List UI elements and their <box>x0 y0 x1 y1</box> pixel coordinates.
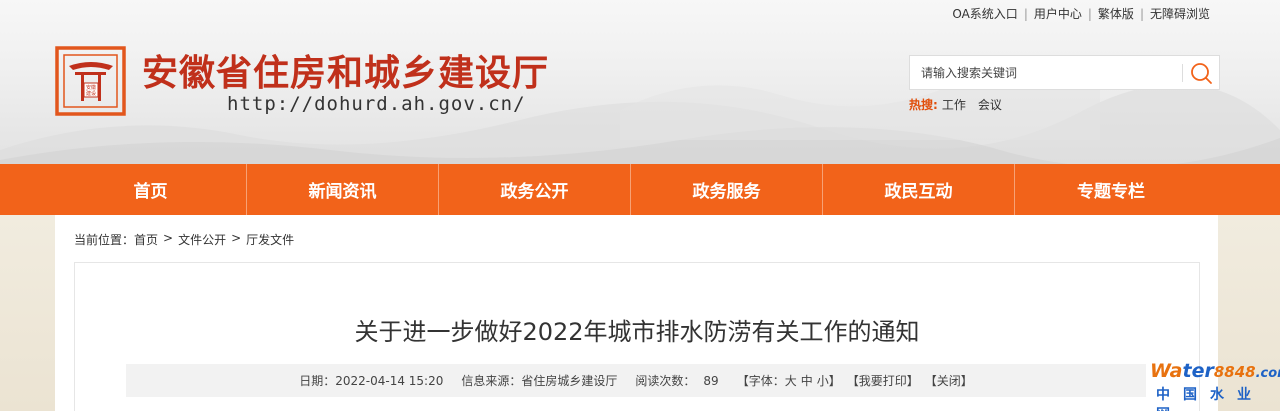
nav-item-gov-affairs[interactable]: 政务公开 <box>439 164 631 215</box>
nav-item-interaction[interactable]: 政民互动 <box>823 164 1015 215</box>
search-divider <box>1182 64 1183 82</box>
watermark-subtitle: 中国水业网 <box>1156 387 1264 411</box>
svg-text:建设: 建设 <box>86 90 96 97</box>
svg-text:安徽: 安徽 <box>86 84 96 91</box>
reads-label: 阅读次数： <box>635 374 696 388</box>
date-value: 2022-04-14 15:20 <box>335 373 444 388</box>
nav-item-gov-services[interactable]: 政务服务 <box>631 164 823 215</box>
breadcrumb-prefix: 当前位置： <box>74 233 135 247</box>
watermark-text-b: ter <box>1182 360 1214 382</box>
top-links: OA系统入口 | 用户中心 | 繁体版 | 无障碍浏览 <box>952 5 1210 22</box>
user-center-link[interactable]: 用户中心 <box>1034 5 1082 22</box>
watermark-text-c: 8848 <box>1213 363 1256 381</box>
reads-value: 89 <box>703 373 719 388</box>
source-value: 省住房城乡建设厅 <box>521 374 618 388</box>
side-background <box>0 215 55 411</box>
watermark-logo: Water8848.com 中国水业网 <box>1150 360 1280 411</box>
breadcrumb: 当前位置： 首页 > 文件公开 > 厅发文件 <box>74 231 294 248</box>
font-size-label: 【字体： <box>736 374 785 388</box>
nav-item-news[interactable]: 新闻资讯 <box>247 164 439 215</box>
nav-item-topics[interactable]: 专题专栏 <box>1015 164 1207 215</box>
separator: | <box>1023 6 1028 21</box>
hot-search-label: 热搜: <box>909 98 938 112</box>
breadcrumb-item-home[interactable]: 首页 <box>134 231 158 248</box>
search-icon[interactable] <box>1189 61 1213 85</box>
breadcrumb-item-files[interactable]: 文件公开 <box>178 231 226 248</box>
site-title[interactable]: 安徽省住房和城乡建设厅 <box>142 44 549 96</box>
watermark-text-a: Wa <box>1150 360 1183 382</box>
source-label: 信息来源： <box>461 374 522 388</box>
separator: | <box>1139 6 1144 21</box>
date-label: 日期： <box>299 374 336 388</box>
close-button[interactable]: 【关闭】 <box>925 372 973 389</box>
breadcrumb-item-dept-docs[interactable]: 厅发文件 <box>246 231 294 248</box>
font-size-close: 】 <box>828 374 841 388</box>
hot-search: 热搜: 工作 会议 <box>909 96 1014 113</box>
separator: | <box>1087 6 1092 21</box>
search-box <box>909 55 1220 90</box>
watermark-text-d: .com <box>1255 366 1280 381</box>
font-size-small[interactable]: 小 <box>817 372 829 389</box>
font-size-large[interactable]: 大 <box>785 372 797 389</box>
search-input[interactable] <box>910 56 1180 89</box>
accessible-browse-link[interactable]: 无障碍浏览 <box>1150 5 1210 22</box>
breadcrumb-separator: > <box>163 231 174 245</box>
content-area: 当前位置： 首页 > 文件公开 > 厅发文件 关于进一步做好2022年城市排水防… <box>55 215 1218 411</box>
hot-search-word[interactable]: 会议 <box>978 96 1002 113</box>
oa-link[interactable]: OA系统入口 <box>952 5 1017 22</box>
site-url: http://dohurd.ah.gov.cn/ <box>227 93 526 115</box>
font-size-medium[interactable]: 中 <box>801 372 813 389</box>
traditional-chinese-link[interactable]: 繁体版 <box>1098 5 1134 22</box>
main-nav: 首页 新闻资讯 政务公开 政务服务 政民互动 专题专栏 <box>0 164 1280 215</box>
breadcrumb-separator: > <box>231 231 242 245</box>
article-meta: 日期： 2022-04-14 15:20 信息来源： 省住房城乡建设厅 阅读次数… <box>126 364 1146 397</box>
hot-search-word[interactable]: 工作 <box>942 96 966 113</box>
print-button[interactable]: 【我要打印】 <box>847 372 919 389</box>
article: 关于进一步做好2022年城市排水防涝有关工作的通知 日期： 2022-04-14… <box>74 262 1200 411</box>
header: OA系统入口 | 用户中心 | 繁体版 | 无障碍浏览 安徽 建设 安徽省住房和… <box>0 0 1280 164</box>
nav-item-home[interactable]: 首页 <box>55 164 247 215</box>
site-logo[interactable]: 安徽 建设 <box>55 46 126 116</box>
article-title: 关于进一步做好2022年城市排水防涝有关工作的通知 <box>354 318 920 346</box>
